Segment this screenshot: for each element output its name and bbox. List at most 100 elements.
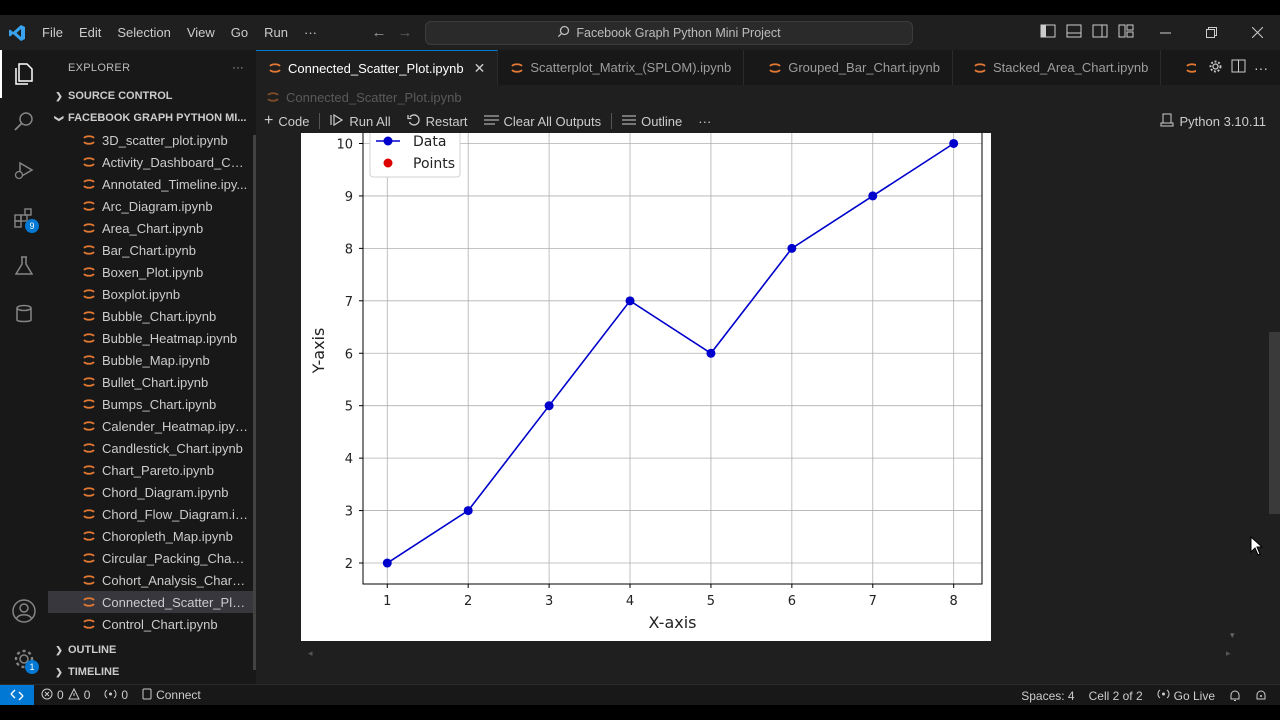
toolbar-more-button[interactable]: ··· [690, 108, 719, 134]
breadcrumb-file: Connected_Scatter_Plot.ipynb [286, 89, 462, 105]
letterbox-top [0, 0, 1280, 15]
menu-more[interactable]: ··· [296, 15, 325, 50]
notebook-icon [82, 617, 96, 631]
tab-grouped-bar[interactable]: Grouped_Bar_Chart.ipynb [744, 50, 953, 85]
file-item[interactable]: Bubble_Heatmap.ipynb [48, 327, 256, 349]
menu-edit[interactable]: Edit [71, 15, 109, 50]
breadcrumb[interactable]: Connected_Scatter_Plot.ipynb [266, 86, 462, 108]
extensions-icon[interactable]: 9 [0, 194, 48, 242]
problems-status[interactable]: 0 0 [34, 685, 97, 706]
notebook-icon [82, 551, 96, 565]
command-center-search[interactable]: Facebook Graph Python Mini Project [425, 21, 913, 45]
timeline-section[interactable]: ❯ TIMELINE [48, 661, 256, 683]
notebook-icon [268, 61, 282, 75]
file-item[interactable]: Control_Chart.ipynb [48, 613, 256, 635]
customize-layout-icon[interactable] [1118, 24, 1134, 41]
file-item[interactable]: Arc_Diagram.ipynb [48, 195, 256, 217]
go-live-label: Go Live [1173, 688, 1215, 703]
menu-file[interactable]: File [34, 15, 71, 50]
file-item[interactable]: Area_Chart.ipynb [48, 217, 256, 239]
scroll-left-arrow-icon[interactable]: ◂ [308, 648, 313, 659]
file-item[interactable]: Cohort_Analysis_Chart.i... [48, 569, 256, 591]
cell-position-status[interactable]: Cell 2 of 2 [1082, 685, 1150, 706]
back-arrow-icon[interactable]: ← [366, 24, 392, 41]
file-item[interactable]: Boxplot.ipynb [48, 283, 256, 305]
file-label: Candlestick_Chart.ipynb [102, 440, 243, 456]
file-item[interactable]: Annotated_Timeline.ipy... [48, 173, 256, 195]
toolbar-label: ··· [698, 113, 712, 129]
run-all-button[interactable]: Run All [322, 108, 398, 134]
minimize-icon[interactable] [1142, 15, 1188, 50]
restore-icon[interactable] [1188, 15, 1234, 50]
connect-status[interactable]: Connect [135, 685, 208, 706]
forward-arrow-icon[interactable]: → [392, 24, 418, 41]
file-item[interactable]: Bumps_Chart.ipynb [48, 393, 256, 415]
indentation-status[interactable]: Spaces: 4 [1014, 685, 1081, 706]
file-item[interactable]: Circular_Packing_Chart.i... [48, 547, 256, 569]
file-item[interactable]: Bubble_Chart.ipynb [48, 305, 256, 327]
file-item[interactable]: Connected_Scatter_Plot... [48, 591, 256, 613]
editor-scrollbar[interactable] [1269, 332, 1280, 514]
toggle-secondary-sidebar-icon[interactable] [1092, 24, 1108, 41]
source-control-section[interactable]: ❯ SOURCE CONTROL [48, 85, 256, 107]
file-item[interactable]: Candlestick_Chart.ipynb [48, 437, 256, 459]
close-window-icon[interactable] [1234, 15, 1280, 50]
error-count: 0 [57, 688, 64, 702]
copilot-icon[interactable] [1248, 685, 1274, 706]
file-item[interactable]: Bar_Chart.ipynb [48, 239, 256, 261]
clear-all-icon [483, 114, 499, 129]
project-folder-section[interactable]: ❯ FACEBOOK GRAPH PYTHON MI... [48, 107, 256, 129]
menu-run[interactable]: Run [256, 15, 296, 50]
file-item[interactable]: Chord_Diagram.ipynb [48, 481, 256, 503]
file-item[interactable]: Bullet_Chart.ipynb [48, 371, 256, 393]
file-item[interactable]: Bubble_Map.ipynb [48, 349, 256, 371]
status-bar: 0 0 0 Connect Spaces: 4 Cell 2 of 2 Go L… [0, 684, 1280, 706]
warning-icon [67, 687, 80, 703]
toggle-primary-sidebar-icon[interactable] [1040, 24, 1056, 41]
tab-connected-scatter[interactable]: Connected_Scatter_Plot.ipynb ✕ [256, 50, 499, 85]
tab-stacked-area[interactable]: Stacked_Area_Chart.ipynb [953, 50, 1162, 85]
file-label: Annotated_Timeline.ipy... [102, 176, 248, 192]
section-label: SOURCE CONTROL [68, 90, 173, 102]
add-code-cell-button[interactable]: + Code [256, 108, 317, 134]
go-live-status[interactable]: Go Live [1150, 685, 1222, 706]
notebook-settings-gear-icon[interactable] [1208, 59, 1223, 77]
account-icon[interactable] [0, 587, 48, 635]
outline-button[interactable]: Outline [614, 108, 690, 134]
file-item[interactable]: Boxen_Plot.ipynb [48, 261, 256, 283]
testing-flask-icon[interactable] [0, 242, 48, 290]
file-item[interactable]: Calender_Heatmap.ipynb [48, 415, 256, 437]
file-item[interactable]: Chord_Flow_Diagram.ip... [48, 503, 256, 525]
menu-view[interactable]: View [179, 15, 223, 50]
file-item[interactable]: Activity_Dashboard_Ch... [48, 151, 256, 173]
kernel-picker[interactable]: Python 3.10.11 [1160, 108, 1266, 134]
search-view-icon[interactable] [0, 98, 48, 146]
broadcast-icon [104, 688, 117, 703]
scroll-down-arrow-icon[interactable]: ▾ [1230, 630, 1235, 641]
split-editor-icon[interactable] [1231, 59, 1246, 76]
restart-button[interactable]: Restart [399, 108, 476, 134]
menu-go[interactable]: Go [223, 15, 256, 50]
more-actions-icon[interactable]: ··· [1254, 60, 1268, 76]
file-item[interactable]: Chart_Pareto.ipynb [48, 459, 256, 481]
manage-gear-icon[interactable]: 1 [0, 635, 48, 683]
notifications-bell-icon[interactable] [1222, 685, 1248, 706]
explorer-icon[interactable] [0, 50, 48, 98]
explorer-more-button[interactable]: ··· [232, 62, 244, 74]
tab-scatterplot-matrix[interactable]: Scatterplot_Matrix_(SPLOM).ipynb [498, 50, 745, 85]
file-label: Cohort_Analysis_Chart.i... [102, 572, 248, 588]
database-icon[interactable] [0, 290, 48, 338]
y-tick-label: 3 [345, 505, 353, 520]
toggle-panel-icon[interactable] [1066, 24, 1082, 41]
ports-status[interactable]: 0 [97, 685, 135, 706]
scroll-right-arrow-icon[interactable]: ▸ [1226, 648, 1231, 659]
file-item[interactable]: 3D_scatter_plot.ipynb [48, 129, 256, 151]
run-debug-icon[interactable] [0, 146, 48, 194]
menu-selection[interactable]: Selection [109, 15, 178, 50]
outline-section[interactable]: ❯ OUTLINE [48, 639, 256, 661]
remote-indicator-icon[interactable] [0, 684, 34, 706]
file-item[interactable]: Choropleth_Map.ipynb [48, 525, 256, 547]
close-icon[interactable]: ✕ [474, 60, 486, 77]
clear-all-outputs-button[interactable]: Clear All Outputs [476, 108, 610, 134]
plug-icon [142, 688, 152, 703]
